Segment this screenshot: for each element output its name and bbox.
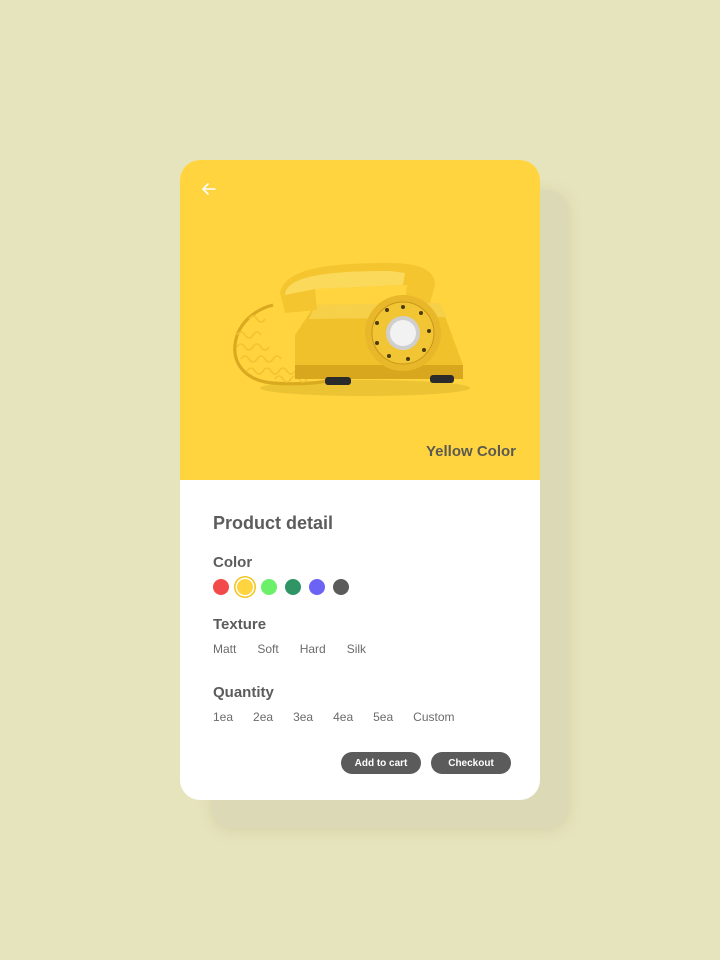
details-title: Product detail [213,513,334,533]
add-to-cart-button[interactable]: Add to cart [341,752,421,774]
color-swatch-teal[interactable] [285,579,301,595]
texture-options: Matt Soft Hard Silk [213,642,387,656]
back-button[interactable] [198,178,220,200]
product-image [233,263,470,396]
color-swatch-green[interactable] [261,579,277,595]
quantity-label: Quantity [213,684,274,701]
color-swatch-dark-gray[interactable] [333,579,349,595]
quantity-option-3ea[interactable]: 3ea [293,710,313,724]
quantity-option-4ea[interactable]: 4ea [333,710,353,724]
selected-color-name: Yellow Color [425,443,516,460]
arrow-left-icon [202,183,216,195]
color-label: Color [213,554,253,571]
action-buttons: Add to cart Checkout [341,752,511,774]
color-swatches [213,579,349,597]
checkout-button[interactable]: Checkout [431,752,511,774]
color-swatch-red[interactable] [213,579,229,595]
product-card: Yellow Color Product detail Color Textur… [180,160,540,800]
texture-option-hard[interactable]: Hard [300,642,326,656]
texture-label: Texture [213,616,267,633]
texture-option-matt[interactable]: Matt [213,642,236,656]
color-swatch-violet[interactable] [309,579,325,595]
quantity-option-custom[interactable]: Custom [413,710,454,724]
color-swatch-yellow[interactable] [237,579,253,595]
product-hero: Yellow Color [180,160,540,480]
quantity-options: 1ea 2ea 3ea 4ea 5ea Custom [213,710,475,724]
texture-option-silk[interactable]: Silk [347,642,366,656]
quantity-option-5ea[interactable]: 5ea [373,710,393,724]
texture-option-soft[interactable]: Soft [257,642,278,656]
quantity-option-1ea[interactable]: 1ea [213,710,233,724]
quantity-option-2ea[interactable]: 2ea [253,710,273,724]
